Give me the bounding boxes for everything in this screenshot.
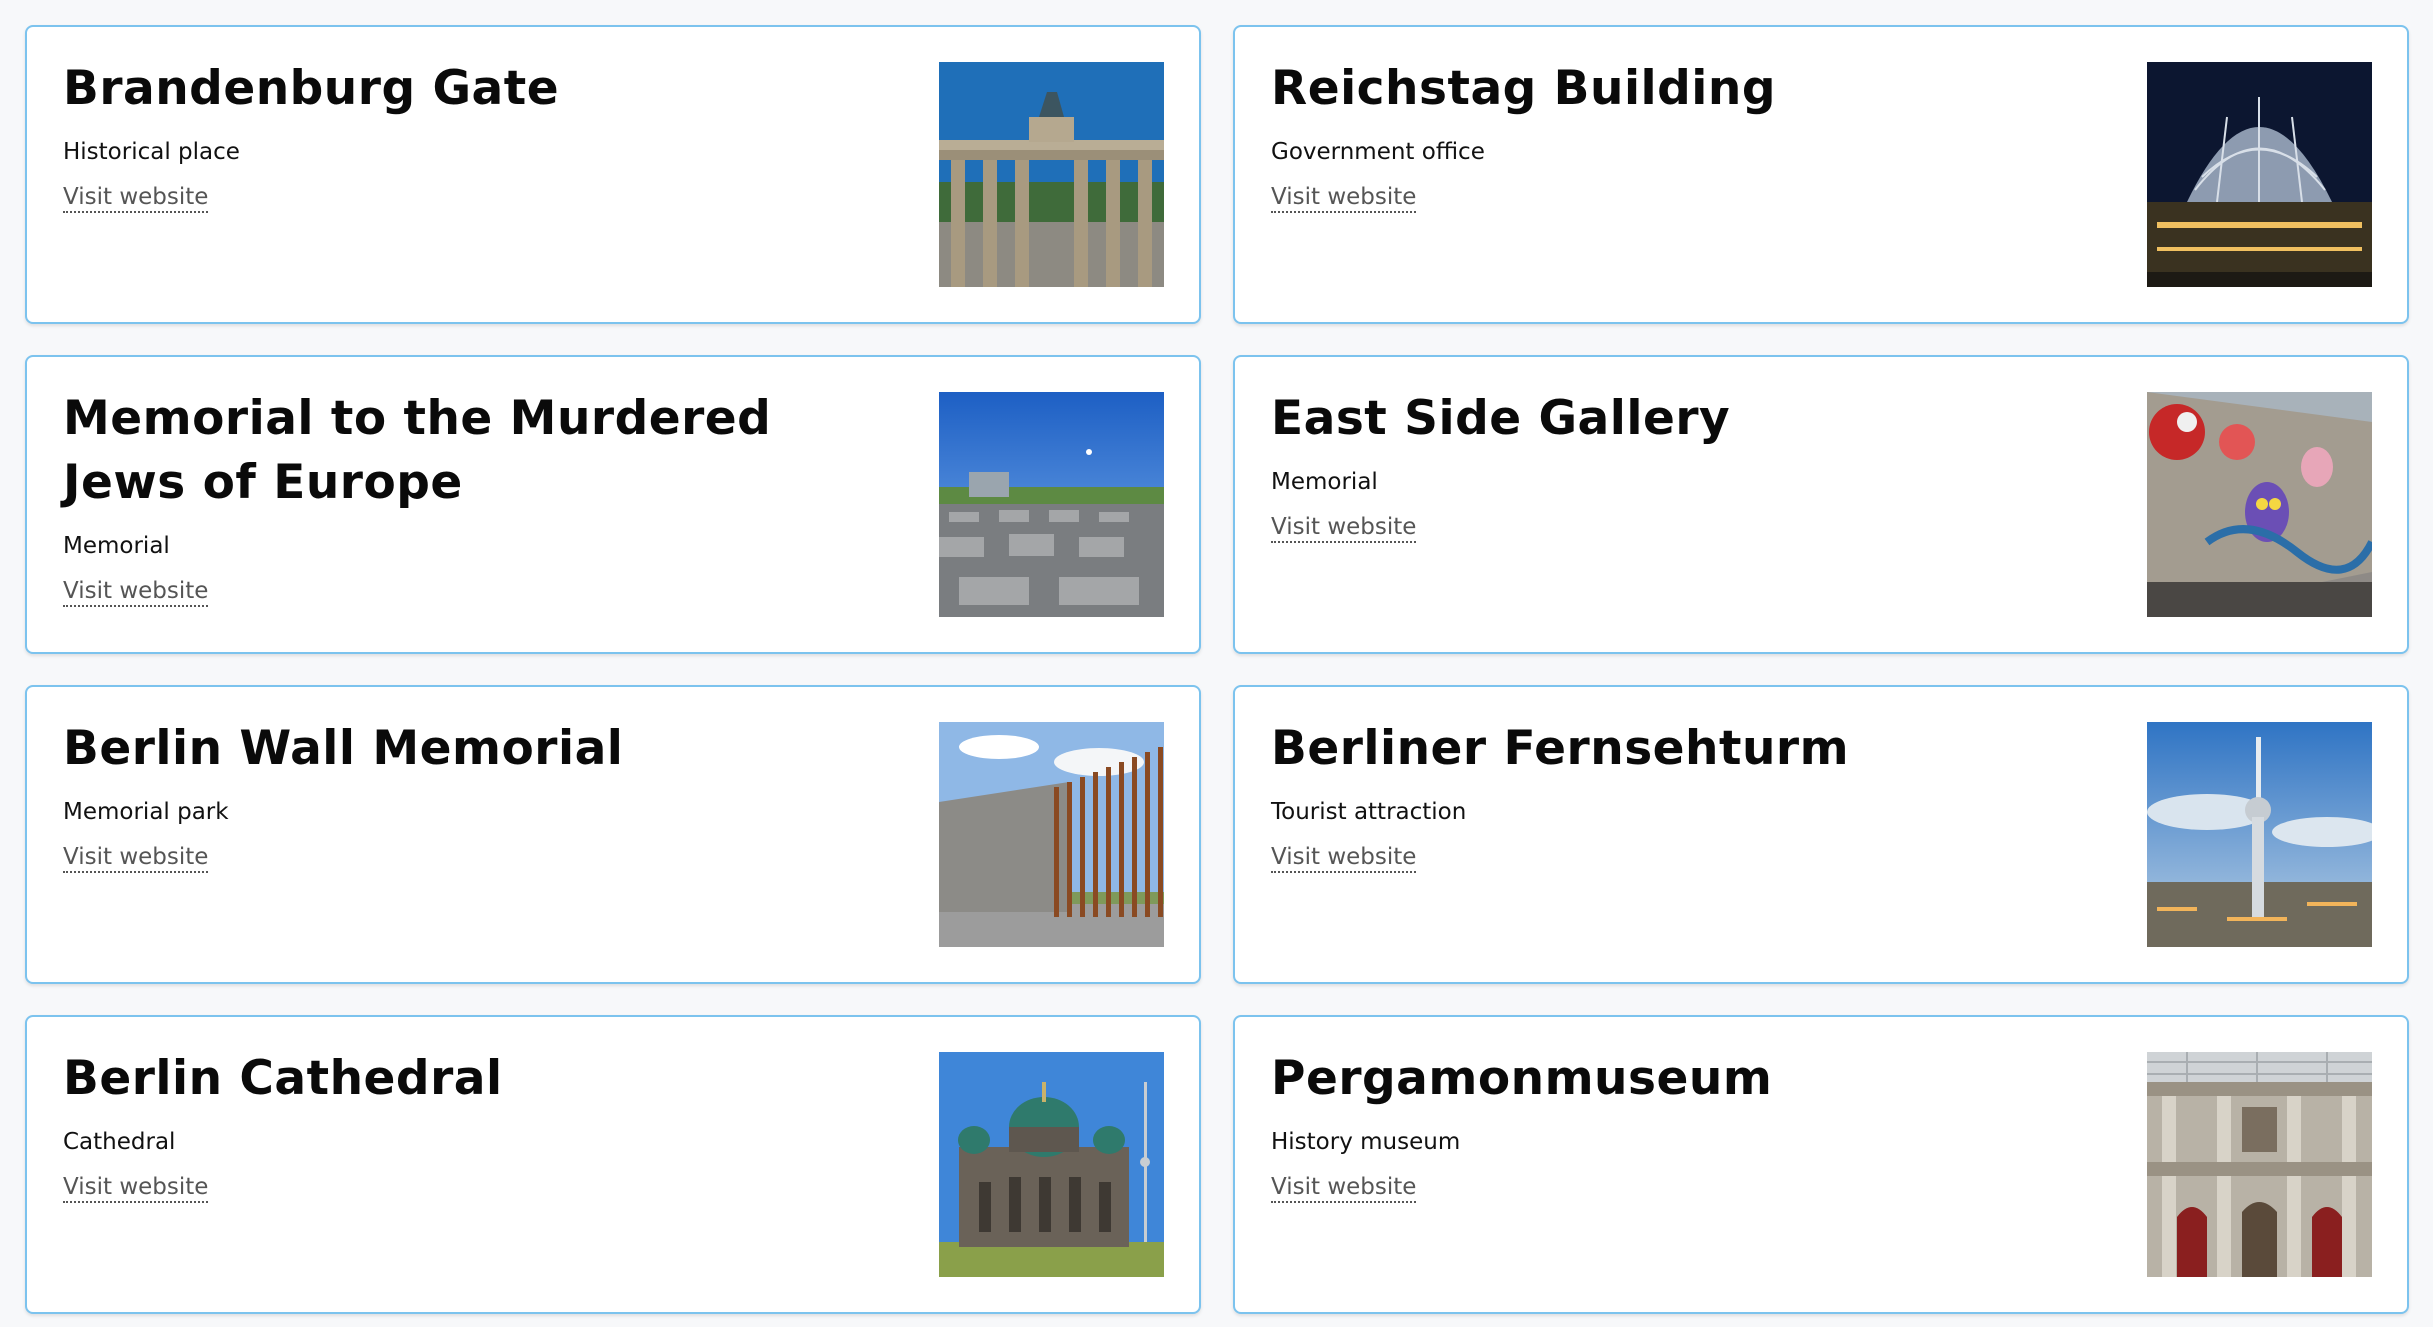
- visit-website-link[interactable]: Visit website: [1271, 1173, 1417, 1203]
- place-category: Cathedral: [63, 1129, 176, 1155]
- place-title: East Side Gallery: [1271, 391, 1731, 446]
- place-title: Berlin Wall Memorial: [63, 721, 624, 776]
- visit-website-link[interactable]: Visit website: [1271, 183, 1417, 213]
- visit-website-link[interactable]: Visit website: [63, 183, 209, 213]
- place-category: Government office: [1271, 139, 1485, 165]
- card-body: Berlin Wall Memorial Memorial park Visit…: [63, 717, 903, 873]
- place-category: Historical place: [63, 139, 240, 165]
- place-card: Berliner Fernsehturm Tourist attraction …: [1233, 685, 2409, 984]
- place-card: Brandenburg Gate Historical place Visit …: [25, 25, 1201, 324]
- place-title: Brandenburg Gate: [63, 61, 560, 116]
- place-card: Reichstag Building Government office Vis…: [1233, 25, 2409, 324]
- berlin-cathedral-photo: [939, 1052, 1164, 1277]
- visit-website-link[interactable]: Visit website: [1271, 843, 1417, 873]
- pergamon-museum-photo: [2147, 1052, 2372, 1277]
- place-card: Pergamonmuseum History museum Visit webs…: [1233, 1015, 2409, 1314]
- place-category: History museum: [1271, 1129, 1461, 1155]
- brandenburg-gate-photo: [939, 62, 1164, 287]
- place-card: Memorial to the Murdered Jews of Europe …: [25, 355, 1201, 654]
- place-card: Berlin Cathedral Cathedral Visit website: [25, 1015, 1201, 1314]
- place-category: Tourist attraction: [1271, 799, 1467, 825]
- card-body: Brandenburg Gate Historical place Visit …: [63, 57, 903, 213]
- visit-website-link[interactable]: Visit website: [1271, 513, 1417, 543]
- place-title: Berliner Fernsehturm: [1271, 721, 1850, 776]
- place-title: Berlin Cathedral: [63, 1051, 503, 1106]
- tv-tower-photo: [2147, 722, 2372, 947]
- holocaust-memorial-photo: [939, 392, 1164, 617]
- card-body: Berlin Cathedral Cathedral Visit website: [63, 1047, 903, 1203]
- place-title: Memorial to the Murdered Jews of Europe: [63, 391, 772, 510]
- card-body: Pergamonmuseum History museum Visit webs…: [1271, 1047, 2111, 1203]
- east-side-gallery-photo: [2147, 392, 2372, 617]
- berlin-wall-memorial-photo: [939, 722, 1164, 947]
- visit-website-link[interactable]: Visit website: [63, 843, 209, 873]
- card-body: Reichstag Building Government office Vis…: [1271, 57, 2111, 213]
- card-body: East Side Gallery Memorial Visit website: [1271, 387, 2111, 543]
- card-body: Berliner Fernsehturm Tourist attraction …: [1271, 717, 2111, 873]
- place-category: Memorial: [63, 533, 170, 559]
- reichstag-dome-photo: [2147, 62, 2372, 287]
- place-title: Reichstag Building: [1271, 61, 1777, 116]
- place-category: Memorial park: [63, 799, 229, 825]
- place-title: Pergamonmuseum: [1271, 1051, 1773, 1106]
- place-card: Berlin Wall Memorial Memorial park Visit…: [25, 685, 1201, 984]
- card-body: Memorial to the Murdered Jews of Europe …: [63, 387, 903, 607]
- visit-website-link[interactable]: Visit website: [63, 1173, 209, 1203]
- places-grid: Brandenburg Gate Historical place Visit …: [25, 25, 2410, 1314]
- place-card: East Side Gallery Memorial Visit website: [1233, 355, 2409, 654]
- place-category: Memorial: [1271, 469, 1378, 495]
- visit-website-link[interactable]: Visit website: [63, 577, 209, 607]
